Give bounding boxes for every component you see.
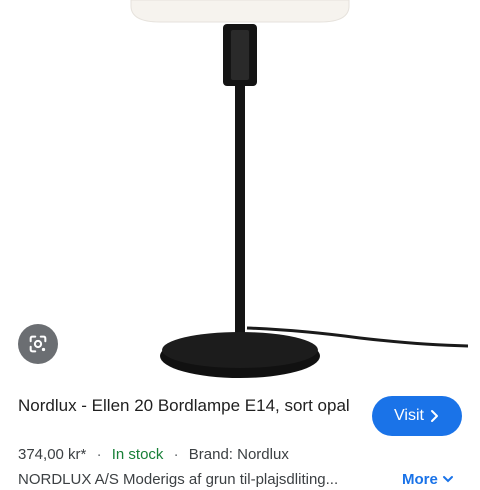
chevron-right-icon [430,410,438,422]
product-title[interactable]: Nordlux - Ellen 20 Bordlampe E14, sort o… [18,394,358,417]
visit-button[interactable]: Visit [372,396,462,436]
separator-dot: · [173,446,179,463]
google-lens-icon [29,335,47,353]
visit-button-label: Visit [394,407,424,424]
google-lens-button[interactable] [18,324,58,364]
product-description: NORDLUX A/S Moderigs af grun til-plajsdl… [18,471,339,488]
product-price: 374,00 kr* [18,446,87,463]
chevron-down-icon [443,476,454,483]
stock-status: In stock [111,446,164,463]
product-meta: 374,00 kr* · In stock · Brand: Nordlux [18,445,289,465]
separator-dot: · [96,446,102,463]
lamp-image [130,0,469,378]
product-brand: Brand: Nordlux [188,446,289,463]
more-link[interactable]: More [402,470,454,490]
product-image[interactable] [0,0,480,390]
